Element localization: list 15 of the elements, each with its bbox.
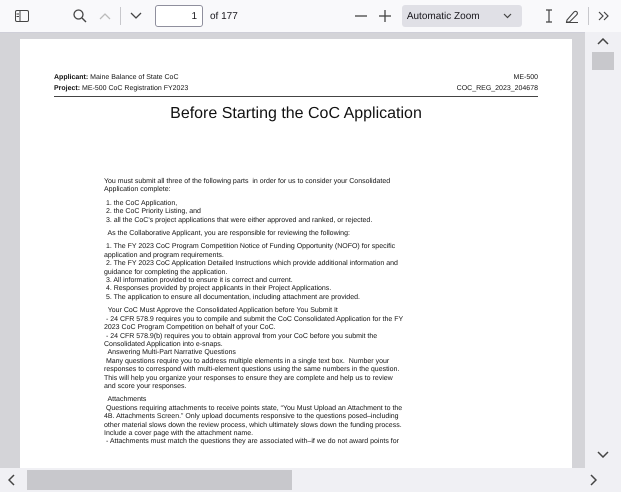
- scroll-left-icon[interactable]: [8, 474, 15, 486]
- scroll-up-icon[interactable]: [597, 38, 609, 45]
- scroll-right-icon[interactable]: [590, 474, 597, 486]
- document-title: Before Starting the CoC Application: [169, 105, 423, 123]
- page-number-field[interactable]: 1: [155, 5, 203, 27]
- scrollbar-thumb[interactable]: [27, 470, 292, 490]
- scroll-down-icon[interactable]: [597, 451, 609, 458]
- zoom-dropdown[interactable]: Automatic Zoom: [402, 5, 522, 27]
- caret-up-icon: [99, 12, 111, 20]
- caret-down-icon: [130, 12, 142, 20]
- page-count: of 177: [210, 10, 238, 22]
- scrollbar-thumb[interactable]: [592, 52, 614, 70]
- horizontal-scrollbar[interactable]: [0, 468, 621, 492]
- vertical-scrollbar[interactable]: [585, 32, 621, 468]
- caret-down-icon: [502, 13, 512, 19]
